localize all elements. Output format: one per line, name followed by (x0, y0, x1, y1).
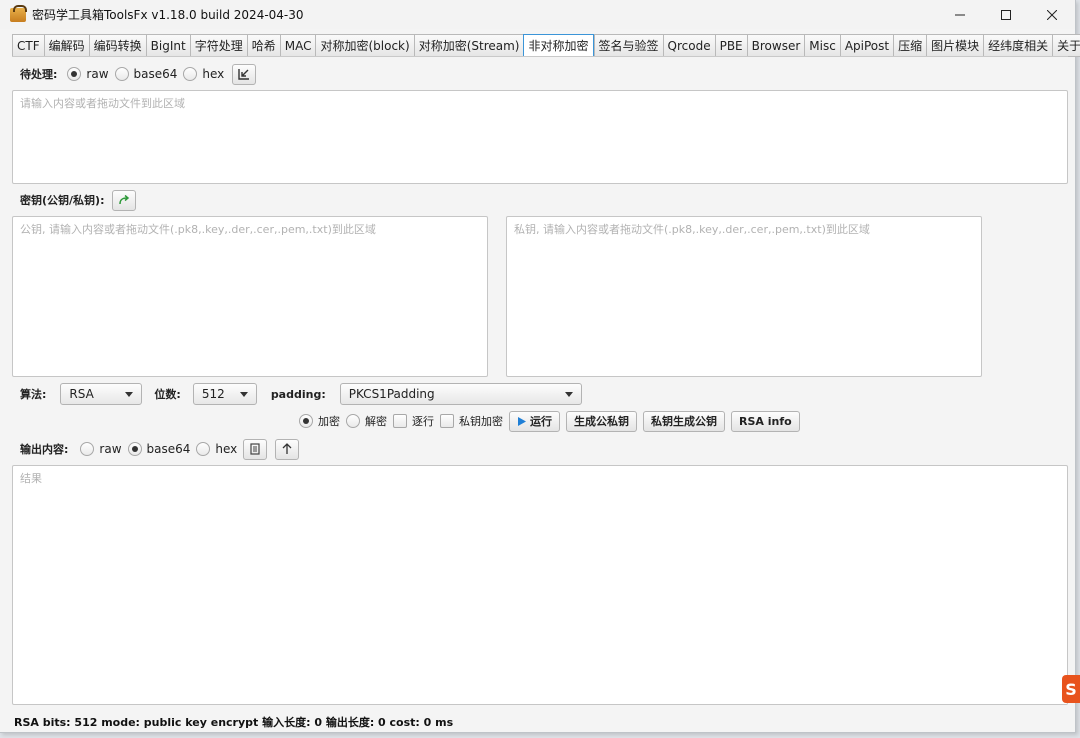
output-placeholder: 结果 (20, 472, 42, 485)
private-key-textarea[interactable]: 私钥, 请输入内容或者拖动文件(.pk8,.key,.der,.cer,.pem… (506, 216, 982, 377)
sogou-ime-icon: S (1062, 675, 1080, 703)
output-base64-radio[interactable] (127, 442, 142, 456)
tab-charset[interactable]: 编码转换 (88, 34, 146, 57)
line-by-line-checkbox[interactable] (393, 414, 407, 428)
padding-select[interactable]: PKCS1Padding (339, 383, 582, 405)
status-bar: RSA bits: 512 mode: public key encrypt 输… (14, 716, 454, 729)
private-encrypt-label: 私钥加密 (459, 415, 503, 428)
output-hex-radio[interactable] (196, 442, 211, 456)
algorithm-row: 算法: RSA 位数: 512 padding: PKCS1Padding (20, 383, 582, 405)
tab-symmetric-block[interactable]: 对称加密(block) (315, 34, 414, 57)
close-button[interactable] (1029, 0, 1075, 29)
tab-about[interactable]: 关于 (1052, 34, 1080, 57)
rsa-info-button[interactable]: RSA info (731, 410, 800, 432)
tab-symmetric-stream[interactable]: 对称加密(Stream) (413, 34, 524, 57)
tab-image[interactable]: 图片模块 (926, 34, 984, 57)
tab-misc[interactable]: Misc (804, 34, 840, 57)
arrow-up-icon (282, 443, 292, 454)
run-label: 运行 (530, 415, 552, 428)
encrypt-label: 加密 (318, 415, 340, 428)
key-row: 密钥(公钥/私钥): (20, 189, 137, 211)
input-hex-radio[interactable] (183, 67, 198, 81)
algorithm-label: 算法: (20, 388, 47, 401)
tab-apipost[interactable]: ApiPost (839, 34, 894, 57)
output-textarea[interactable]: 结果 (12, 465, 1068, 705)
decrypt-radio[interactable] (346, 414, 360, 428)
app-toolbox-icon (10, 4, 27, 22)
tab-string[interactable]: 字符处理 (189, 34, 247, 57)
tab-geo[interactable]: 经纬度相关 (983, 34, 1053, 57)
tab-browser[interactable]: Browser (746, 34, 805, 57)
window-controls (937, 0, 1075, 29)
tab-ctf[interactable]: CTF (12, 34, 44, 57)
public-key-placeholder: 公钥, 请输入内容或者拖动文件(.pk8,.key,.der,.cer,.pem… (20, 223, 376, 236)
tab-bigint[interactable]: BigInt (145, 34, 190, 57)
input-raw-radio[interactable] (67, 67, 82, 81)
import-file-button[interactable] (232, 63, 257, 85)
tab-divider (12, 56, 1068, 57)
padding-value: PKCS1Padding (348, 387, 435, 401)
input-label: 待处理: (20, 68, 58, 81)
public-key-textarea[interactable]: 公钥, 请输入内容或者拖动文件(.pk8,.key,.der,.cer,.pem… (12, 216, 488, 377)
chevron-down-icon (239, 391, 248, 397)
run-button[interactable]: 运行 (509, 410, 560, 432)
tab-codec[interactable]: 编解码 (43, 34, 89, 57)
chevron-down-icon (125, 391, 134, 397)
output-hex-label: hex (215, 442, 238, 456)
import-arrow-icon (238, 69, 250, 80)
window-title: 密码学工具箱ToolsFx v1.18.0 build 2024-04-30 (32, 8, 304, 22)
private-to-public-button[interactable]: 私钥生成公钥 (643, 410, 725, 432)
input-raw-label: raw (86, 67, 109, 81)
app-window: 密码学工具箱ToolsFx v1.18.0 build 2024-04-30 C… (0, 0, 1080, 733)
tab-pbe[interactable]: PBE (714, 34, 747, 57)
tab-mac[interactable]: MAC (279, 34, 316, 57)
line-by-line-label: 逐行 (412, 415, 434, 428)
close-icon (1047, 9, 1057, 20)
chevron-down-icon (564, 391, 573, 397)
tab-hash[interactable]: 哈希 (246, 34, 280, 57)
output-raw-radio[interactable] (80, 442, 95, 456)
action-row: 加密 解密 逐行 私钥加密 运行 生成公私钥 私钥生成公钥 RSA info (299, 410, 800, 432)
algorithm-select[interactable]: RSA (60, 383, 143, 405)
key-label: 密钥(公钥/私钥): (20, 194, 105, 207)
generate-keypair-button[interactable]: 生成公私钥 (566, 410, 637, 432)
encrypt-radio[interactable] (299, 414, 313, 428)
input-base64-label: base64 (133, 67, 178, 81)
padding-label: padding: (270, 387, 326, 401)
bits-select[interactable]: 512 (192, 383, 257, 405)
private-encrypt-checkbox[interactable] (440, 414, 454, 428)
tab-bar: CTF 编解码 编码转换 BigInt 字符处理 哈希 MAC 对称加密(blo… (12, 34, 1080, 57)
clipboard-icon (250, 443, 260, 455)
private-key-placeholder: 私钥, 请输入内容或者拖动文件(.pk8,.key,.der,.cer,.pem… (514, 223, 870, 236)
swap-key-button[interactable] (112, 189, 137, 211)
maximize-icon (1001, 9, 1011, 20)
maximize-button[interactable] (983, 0, 1029, 29)
copy-output-button[interactable] (243, 438, 268, 460)
output-label: 输出内容: (20, 443, 69, 456)
input-encoding-row: 待处理: raw base64 hex (20, 63, 257, 85)
play-icon (518, 416, 526, 426)
algorithm-value: RSA (69, 387, 94, 401)
input-hex-label: hex (202, 67, 225, 81)
minimize-icon (955, 14, 965, 15)
move-up-button[interactable] (275, 438, 300, 460)
input-textarea[interactable]: 请输入内容或者拖动文件到此区域 (12, 90, 1068, 184)
output-raw-label: raw (99, 442, 122, 456)
input-placeholder: 请输入内容或者拖动文件到此区域 (20, 97, 185, 110)
tab-qrcode[interactable]: Qrcode (662, 34, 715, 57)
bits-value: 512 (201, 387, 225, 401)
output-base64-label: base64 (146, 442, 191, 456)
input-base64-radio[interactable] (114, 67, 129, 81)
tab-compress[interactable]: 压缩 (893, 34, 927, 57)
share-arrow-icon (119, 194, 130, 205)
tab-signature[interactable]: 签名与验签 (593, 34, 663, 57)
bits-label: 位数: (154, 388, 181, 401)
output-encoding-row: 输出内容: raw base64 hex (20, 438, 300, 460)
title-bar: 密码学工具箱ToolsFx v1.18.0 build 2024-04-30 (0, 0, 1075, 29)
decrypt-label: 解密 (365, 415, 387, 428)
minimize-button[interactable] (937, 0, 983, 29)
tab-asymmetric[interactable]: 非对称加密 (523, 34, 594, 57)
